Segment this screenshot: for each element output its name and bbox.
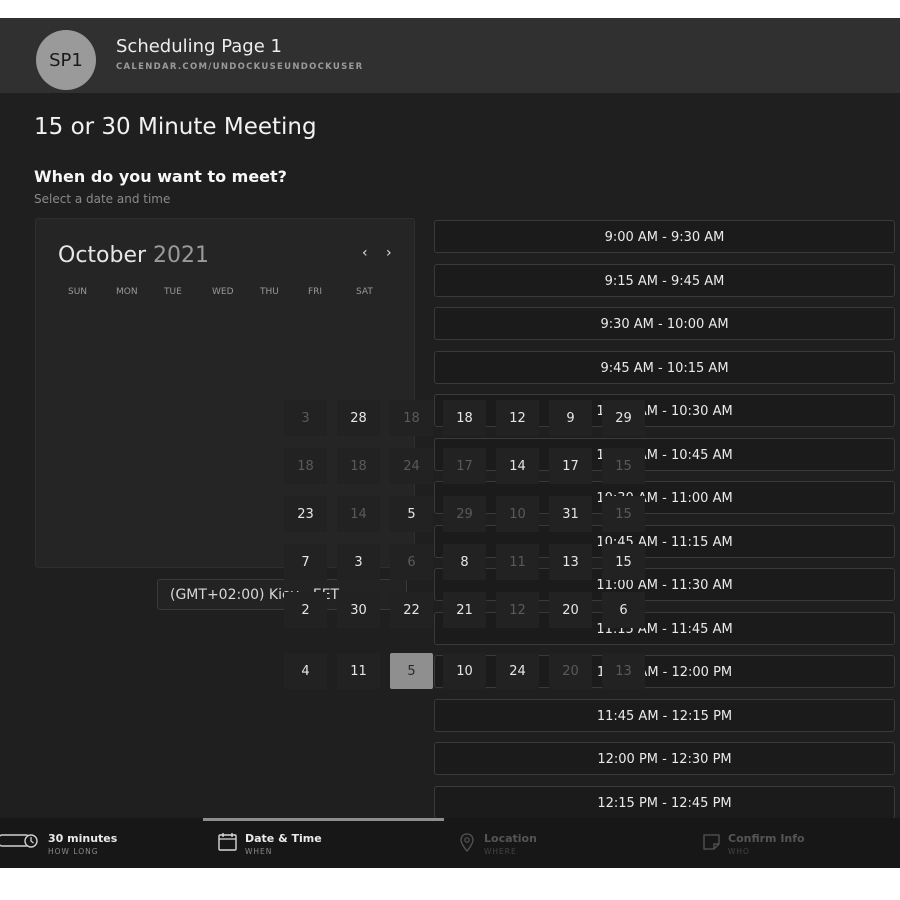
avatar: SP1 xyxy=(36,30,96,90)
calendar-day-selected[interactable]: 5 xyxy=(390,653,433,689)
calendar-day-grid: 3 28 18 18 12 9 29 18 18 24 17 14 17 15 23 14 5 29 10 31 15 7… xyxy=(284,400,650,692)
step-sublabel: HOW LONG xyxy=(48,847,99,856)
step-sublabel: WHEN xyxy=(245,847,273,856)
calendar-day[interactable]: 7 xyxy=(284,544,327,580)
calendar-day[interactable]: 18 xyxy=(443,400,486,436)
calendar-day[interactable]: 17 xyxy=(549,448,592,484)
page-url[interactable]: CALENDAR.COM/UNDOCKUSEUNDOCKUSER xyxy=(116,62,364,72)
step-label: Confirm Info xyxy=(728,832,805,845)
time-slot-button[interactable]: 11:45 AM - 12:15 PM xyxy=(434,698,895,732)
calendar-day[interactable]: 24 xyxy=(496,653,539,689)
calendar-day[interactable]: 15 xyxy=(602,448,645,484)
weekday-header: SUN MON TUE WED THU FRI SAT xyxy=(68,287,404,297)
calendar-day[interactable]: 14 xyxy=(337,496,380,532)
calendar-day[interactable]: 15 xyxy=(602,544,645,580)
prev-month-icon[interactable]: ‹ xyxy=(362,245,368,261)
clock-icon xyxy=(0,834,38,848)
month-label: October xyxy=(58,243,147,268)
page-title: Scheduling Page 1 xyxy=(116,36,282,57)
weekday-label: MON xyxy=(116,287,138,297)
step-bar: 30 minutes HOW LONG Date & Time WHEN Loc… xyxy=(0,818,900,868)
calendar-day[interactable]: 10 xyxy=(496,496,539,532)
weekday-label: SAT xyxy=(356,287,373,297)
calendar-day[interactable]: 8 xyxy=(443,544,486,580)
calendar-day[interactable]: 18 xyxy=(390,400,433,436)
section-hint: Select a date and time xyxy=(34,192,171,206)
calendar-day[interactable]: 18 xyxy=(337,448,380,484)
calendar-day[interactable]: 2 xyxy=(284,592,327,628)
calendar-day[interactable]: 21 xyxy=(443,592,486,628)
calendar-day[interactable]: 28 xyxy=(337,400,380,436)
calendar-day[interactable]: 12 xyxy=(496,592,539,628)
calendar-day[interactable]: 13 xyxy=(602,653,645,689)
scheduling-app: SP1 Scheduling Page 1 CALENDAR.COM/UNDOC… xyxy=(0,18,900,868)
time-slot-button[interactable]: 12:15 PM - 12:45 PM xyxy=(434,785,895,819)
calendar-day[interactable]: 17 xyxy=(443,448,486,484)
calendar-day[interactable]: 14 xyxy=(496,448,539,484)
calendar-day[interactable]: 20 xyxy=(549,592,592,628)
calendar-month-year: October 2021 xyxy=(58,243,209,268)
weekday-label: FRI xyxy=(308,287,323,297)
calendar-icon xyxy=(218,833,237,851)
step-sublabel: WHERE xyxy=(484,847,517,856)
calendar-day[interactable]: 29 xyxy=(602,400,645,436)
weekday-label: SUN xyxy=(68,287,88,297)
meeting-title: 15 or 30 Minute Meeting xyxy=(34,114,317,140)
calendar-day[interactable]: 11 xyxy=(496,544,539,580)
calendar-day[interactable]: 9 xyxy=(549,400,592,436)
weekday-label: THU xyxy=(260,287,279,297)
step-sublabel: WHO xyxy=(728,847,750,856)
time-slot-button[interactable]: 9:00 AM - 9:30 AM xyxy=(434,220,895,253)
time-slot-button[interactable]: 9:45 AM - 10:15 AM xyxy=(434,350,895,384)
step-label: 30 minutes xyxy=(48,832,118,845)
calendar-day[interactable]: 5 xyxy=(390,496,433,532)
calendar-day[interactable]: 3 xyxy=(337,544,380,580)
calendar-day[interactable]: 18 xyxy=(284,448,327,484)
calendar-day[interactable]: 29 xyxy=(443,496,486,532)
time-slot-button[interactable]: 9:30 AM - 10:00 AM xyxy=(434,307,895,340)
calendar-day[interactable]: 12 xyxy=(496,400,539,436)
weekday-label: WED xyxy=(212,287,234,297)
calendar-day[interactable]: 10 xyxy=(443,653,486,689)
location-pin-icon xyxy=(460,833,474,852)
next-month-icon[interactable]: › xyxy=(386,245,392,261)
calendar-day[interactable]: 6 xyxy=(390,544,433,580)
calendar-day[interactable]: 23 xyxy=(284,496,327,532)
step-label: Location xyxy=(484,832,537,845)
calendar-day[interactable]: 15 xyxy=(602,496,645,532)
calendar-day[interactable]: 11 xyxy=(337,653,380,689)
calendar-day[interactable]: 22 xyxy=(390,592,433,628)
calendar-day[interactable]: 31 xyxy=(549,496,592,532)
step-progress-indicator xyxy=(203,818,444,821)
note-icon xyxy=(703,834,720,850)
section-heading: When do you want to meet? xyxy=(34,167,287,186)
weekday-label: TUE xyxy=(164,287,182,297)
time-slot-button[interactable]: 9:15 AM - 9:45 AM xyxy=(434,263,895,297)
calendar-day[interactable]: 4 xyxy=(284,653,327,689)
calendar-day[interactable]: 6 xyxy=(602,592,645,628)
calendar-day[interactable]: 24 xyxy=(390,448,433,484)
step-label: Date & Time xyxy=(245,832,322,845)
header-bar: SP1 Scheduling Page 1 CALENDAR.COM/UNDOC… xyxy=(0,18,900,93)
time-slot-button[interactable]: 12:00 PM - 12:30 PM xyxy=(434,742,895,775)
calendar-day[interactable]: 13 xyxy=(549,544,592,580)
calendar-day[interactable]: 30 xyxy=(337,592,380,628)
calendar-day[interactable]: 20 xyxy=(549,653,592,689)
year-label: 2021 xyxy=(153,243,210,268)
calendar-day[interactable]: 3 xyxy=(284,400,327,436)
